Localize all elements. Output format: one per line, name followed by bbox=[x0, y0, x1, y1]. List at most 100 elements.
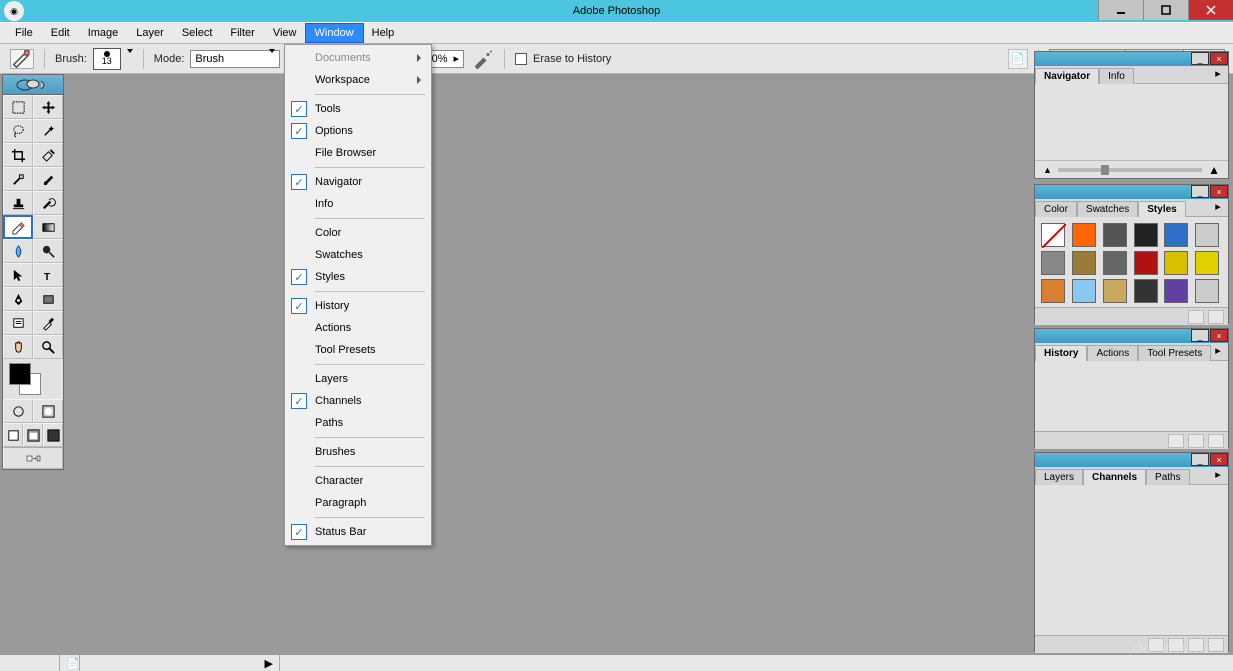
style-swatch[interactable] bbox=[1041, 279, 1065, 303]
tool-healing-brush[interactable] bbox=[3, 167, 33, 191]
toolbox-header[interactable] bbox=[3, 75, 63, 95]
jump-to-imageready[interactable] bbox=[3, 447, 63, 469]
style-swatch[interactable] bbox=[1134, 223, 1158, 247]
panel-styles-header[interactable]: _ × bbox=[1035, 185, 1228, 199]
menuitem-paths[interactable]: Paths bbox=[287, 412, 429, 434]
tab-layers[interactable]: Layers bbox=[1035, 469, 1083, 485]
style-swatch[interactable] bbox=[1072, 223, 1096, 247]
tool-magic-wand[interactable] bbox=[33, 119, 63, 143]
style-swatch[interactable] bbox=[1164, 251, 1188, 275]
screen-mode-standard[interactable] bbox=[3, 423, 23, 447]
new-style-icon[interactable] bbox=[1188, 310, 1204, 324]
menuitem-color[interactable]: Color bbox=[287, 222, 429, 244]
navigator-zoom-slider[interactable] bbox=[1058, 168, 1202, 172]
mode-select[interactable]: Brush bbox=[190, 50, 280, 68]
status-zoom[interactable] bbox=[0, 655, 60, 671]
airbrush-icon[interactable] bbox=[470, 49, 494, 69]
tool-marquee[interactable] bbox=[3, 95, 33, 119]
style-swatch[interactable] bbox=[1103, 279, 1127, 303]
tool-dodge[interactable] bbox=[33, 239, 63, 263]
menuitem-styles[interactable]: ✓Styles bbox=[287, 266, 429, 288]
style-swatch[interactable] bbox=[1164, 279, 1188, 303]
tab-history[interactable]: History bbox=[1035, 345, 1087, 361]
screen-mode-fullmenu[interactable] bbox=[23, 423, 43, 447]
foreground-color[interactable] bbox=[9, 363, 31, 385]
zoom-in-icon[interactable]: ▲ bbox=[1208, 163, 1220, 177]
panel-menu-icon[interactable]: ▸ bbox=[1210, 67, 1226, 79]
panel-navigator-header[interactable]: _ × bbox=[1035, 52, 1228, 66]
history-list[interactable] bbox=[1035, 361, 1228, 431]
menuitem-tools[interactable]: ✓Tools bbox=[287, 98, 429, 120]
menuitem-info[interactable]: Info bbox=[287, 193, 429, 215]
panel-minimize-button[interactable]: _ bbox=[1191, 453, 1209, 466]
style-swatch[interactable] bbox=[1103, 223, 1127, 247]
status-doc-icon[interactable]: 📄 bbox=[60, 655, 80, 671]
menuitem-actions[interactable]: Actions bbox=[287, 317, 429, 339]
menuitem-status-bar[interactable]: ✓Status Bar bbox=[287, 521, 429, 543]
maximize-button[interactable] bbox=[1143, 0, 1188, 20]
current-tool-icon[interactable] bbox=[10, 49, 34, 69]
tool-notes[interactable] bbox=[3, 311, 33, 335]
tool-eyedropper[interactable] bbox=[33, 311, 63, 335]
menuitem-paragraph[interactable]: Paragraph bbox=[287, 492, 429, 514]
style-swatch[interactable] bbox=[1041, 223, 1065, 247]
style-swatch[interactable] bbox=[1134, 279, 1158, 303]
load-selection-icon[interactable] bbox=[1148, 638, 1164, 652]
tool-slice[interactable] bbox=[33, 143, 63, 167]
tool-history-brush[interactable] bbox=[33, 191, 63, 215]
panel-close-button[interactable]: × bbox=[1210, 453, 1228, 466]
brush-dropdown-arrow-icon[interactable] bbox=[127, 53, 133, 65]
menu-help[interactable]: Help bbox=[363, 24, 404, 42]
tab-navigator[interactable]: Navigator bbox=[1035, 68, 1099, 84]
panel-close-button[interactable]: × bbox=[1210, 329, 1228, 342]
panel-minimize-button[interactable]: _ bbox=[1191, 52, 1209, 65]
new-document-icon[interactable] bbox=[1168, 434, 1184, 448]
zoom-out-icon[interactable]: ▲ bbox=[1043, 165, 1052, 175]
tab-paths[interactable]: Paths bbox=[1146, 469, 1190, 485]
new-channel-icon[interactable] bbox=[1188, 638, 1204, 652]
save-selection-icon[interactable] bbox=[1168, 638, 1184, 652]
style-swatch[interactable] bbox=[1164, 223, 1188, 247]
tool-path-select[interactable] bbox=[3, 263, 33, 287]
menuitem-navigator[interactable]: ✓Navigator bbox=[287, 171, 429, 193]
tool-lasso[interactable] bbox=[3, 119, 33, 143]
menuitem-history[interactable]: ✓History bbox=[287, 295, 429, 317]
panel-close-button[interactable]: × bbox=[1210, 185, 1228, 198]
panel-minimize-button[interactable]: _ bbox=[1191, 185, 1209, 198]
style-swatch[interactable] bbox=[1134, 251, 1158, 275]
menuitem-swatches[interactable]: Swatches bbox=[287, 244, 429, 266]
screen-mode-full[interactable] bbox=[43, 423, 63, 447]
menu-view[interactable]: View bbox=[264, 24, 306, 42]
style-swatch[interactable] bbox=[1041, 251, 1065, 275]
panel-close-button[interactable]: × bbox=[1210, 52, 1228, 65]
panel-minimize-button[interactable]: _ bbox=[1191, 329, 1209, 342]
tool-type[interactable]: T bbox=[33, 263, 63, 287]
close-button[interactable] bbox=[1188, 0, 1233, 20]
new-snapshot-icon[interactable] bbox=[1188, 434, 1204, 448]
tool-eraser[interactable] bbox=[3, 215, 33, 239]
panel-menu-icon[interactable]: ▸ bbox=[1210, 468, 1226, 480]
tool-brush[interactable] bbox=[33, 167, 63, 191]
menu-filter[interactable]: Filter bbox=[221, 24, 263, 42]
channels-list[interactable] bbox=[1035, 485, 1228, 635]
status-info[interactable]: ▶ bbox=[80, 655, 280, 671]
erase-to-history-checkbox[interactable] bbox=[515, 53, 527, 65]
minimize-button[interactable] bbox=[1098, 0, 1143, 20]
panel-history-header[interactable]: _ × bbox=[1035, 329, 1228, 343]
navigator-preview[interactable] bbox=[1035, 84, 1228, 160]
panel-menu-icon[interactable]: ▸ bbox=[1210, 200, 1226, 212]
tab-color[interactable]: Color bbox=[1035, 201, 1077, 217]
menuitem-channels[interactable]: ✓Channels bbox=[287, 390, 429, 412]
style-swatch[interactable] bbox=[1103, 251, 1127, 275]
tab-swatches[interactable]: Swatches bbox=[1077, 201, 1138, 217]
tool-hand[interactable] bbox=[3, 335, 33, 359]
tab-actions[interactable]: Actions bbox=[1087, 345, 1138, 361]
tab-tool-presets[interactable]: Tool Presets bbox=[1138, 345, 1211, 361]
panel-menu-icon[interactable]: ▸ bbox=[1210, 344, 1226, 356]
style-swatch[interactable] bbox=[1072, 251, 1096, 275]
style-swatch[interactable] bbox=[1072, 279, 1096, 303]
panel-channels-header[interactable]: _ × bbox=[1035, 453, 1228, 467]
tool-shape[interactable] bbox=[33, 287, 63, 311]
menuitem-file-browser[interactable]: File Browser bbox=[287, 142, 429, 164]
brush-preset-picker[interactable]: 13 bbox=[93, 48, 121, 70]
